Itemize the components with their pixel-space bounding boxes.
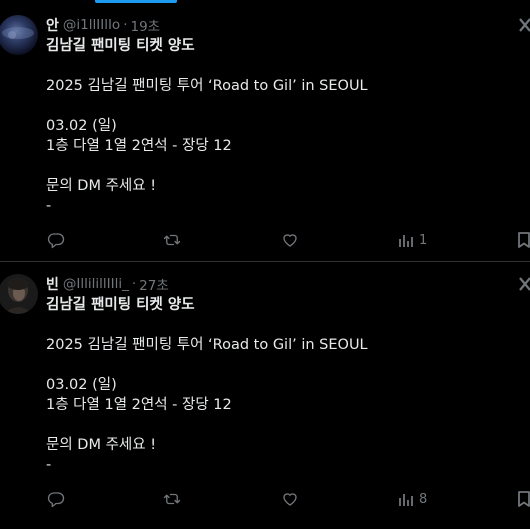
tweet-actions: 1 xyxy=(46,230,530,250)
tweet-header: 빈 @IllilillIIli_ · 27초 xyxy=(46,274,169,294)
avatar[interactable] xyxy=(0,274,38,314)
bookmark-icon xyxy=(516,231,530,249)
avatar[interactable] xyxy=(0,15,38,55)
tweet-text: 김남길 팬미팅 티켓 양도 2025 김남길 팬미팅 투어 ‘Road to G… xyxy=(46,36,521,216)
reply-button[interactable] xyxy=(47,230,65,250)
retweet-button[interactable] xyxy=(163,489,181,509)
views-icon xyxy=(398,232,414,248)
tweet-actions: 8 xyxy=(46,489,530,509)
tweet-line: 2025 김남길 팬미팅 투어 ‘Road to Gil’ in SEOUL xyxy=(46,78,368,94)
reply-button[interactable] xyxy=(47,489,65,509)
tweet-line: 문의 DM 주세요 ! xyxy=(46,178,157,194)
separator-dot: · xyxy=(131,276,137,292)
tweet-line: 김남길 팬미팅 티켓 양도 xyxy=(46,297,195,313)
tweet-line: 03.02 (일) xyxy=(46,118,117,134)
views-button[interactable]: 1 xyxy=(398,230,427,250)
like-button[interactable] xyxy=(281,489,299,509)
views-count: 1 xyxy=(419,232,428,248)
bookmark-button[interactable] xyxy=(516,230,530,250)
separator-dot: · xyxy=(123,17,128,33)
tweet-line: - xyxy=(46,198,52,214)
reply-icon xyxy=(47,490,65,508)
tweet-line: 김남길 팬미팅 티켓 양도 xyxy=(46,38,195,54)
tweet-line: 2025 김남길 팬미팅 투어 ‘Road to Gil’ in SEOUL xyxy=(46,337,368,353)
retweet-button[interactable] xyxy=(163,230,181,250)
tweet-line: - xyxy=(46,457,52,473)
views-button[interactable]: 8 xyxy=(398,489,427,509)
retweet-icon xyxy=(163,231,181,249)
like-button[interactable] xyxy=(281,230,299,250)
user-handle[interactable]: @IllilillIIli_ xyxy=(63,276,129,292)
tweet-header: 안 @i1llIIlIo · 19초 xyxy=(46,15,160,35)
tweet-line: 03.02 (일) xyxy=(46,377,117,393)
bookmark-button[interactable] xyxy=(516,489,530,509)
display-name[interactable]: 빈 xyxy=(46,274,59,294)
timestamp[interactable]: 27초 xyxy=(139,274,169,294)
tweet[interactable]: 빈 @IllilillIIli_ · 27초 김남길 팬미팅 티켓 양도 202… xyxy=(0,262,530,520)
heart-icon xyxy=(281,231,299,249)
views-count: 8 xyxy=(419,491,428,507)
reply-icon xyxy=(47,231,65,249)
tweet-line: 1층 다열 1열 2연석 - 장당 12 xyxy=(46,138,232,154)
more-options-icon[interactable] xyxy=(518,17,530,33)
display-name[interactable]: 안 xyxy=(46,15,59,35)
tweet-line: 문의 DM 주세요 ! xyxy=(46,437,157,453)
tweet-text: 김남길 팬미팅 티켓 양도 2025 김남길 팬미팅 투어 ‘Road to G… xyxy=(46,295,521,475)
tweet-line: 1층 다열 1열 2연석 - 장당 12 xyxy=(46,397,232,413)
user-handle[interactable]: @i1llIIlIo xyxy=(63,17,120,33)
timestamp[interactable]: 19초 xyxy=(130,15,160,35)
tweet[interactable]: 안 @i1llIIlIo · 19초 김남길 팬미팅 티켓 양도 2025 김남… xyxy=(0,3,530,261)
views-icon xyxy=(398,491,414,507)
more-options-icon[interactable] xyxy=(518,276,530,292)
bookmark-icon xyxy=(516,490,530,508)
retweet-icon xyxy=(163,490,181,508)
heart-icon xyxy=(281,490,299,508)
